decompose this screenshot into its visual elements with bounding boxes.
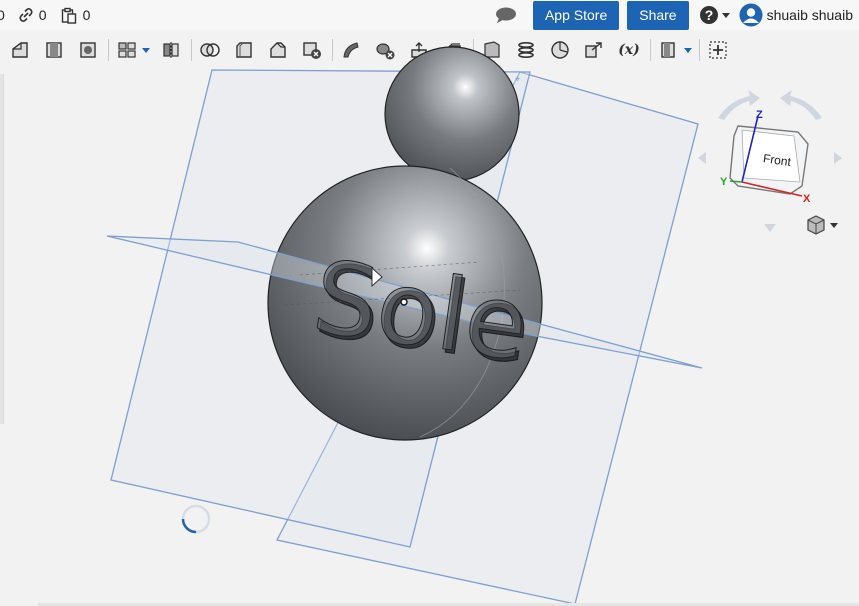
triad-marker-icon: ⌖ bbox=[515, 75, 520, 85]
pan-right-arrow-icon[interactable] bbox=[834, 152, 842, 164]
small-sphere[interactable] bbox=[384, 46, 520, 182]
axis-y-label: Y bbox=[720, 176, 728, 188]
loading-spinner bbox=[181, 504, 211, 534]
axis-z-label: Z bbox=[756, 109, 763, 121]
view-options-button[interactable] bbox=[807, 215, 838, 235]
chevron-down-icon bbox=[830, 223, 838, 228]
rotate-left-arrow-icon[interactable] bbox=[718, 90, 760, 120]
axis-x-label: X bbox=[803, 193, 811, 205]
onshape-app: 0 0 0 App Store Share ? shuaib shuaib (x… bbox=[0, 0, 859, 606]
pan-left-arrow-icon[interactable] bbox=[698, 152, 706, 164]
origin-point[interactable] bbox=[400, 298, 408, 306]
view-cube[interactable]: Front Z Y X bbox=[690, 80, 850, 246]
rotate-right-arrow-icon[interactable] bbox=[780, 90, 822, 120]
pan-down-arrow-icon[interactable] bbox=[764, 224, 776, 232]
